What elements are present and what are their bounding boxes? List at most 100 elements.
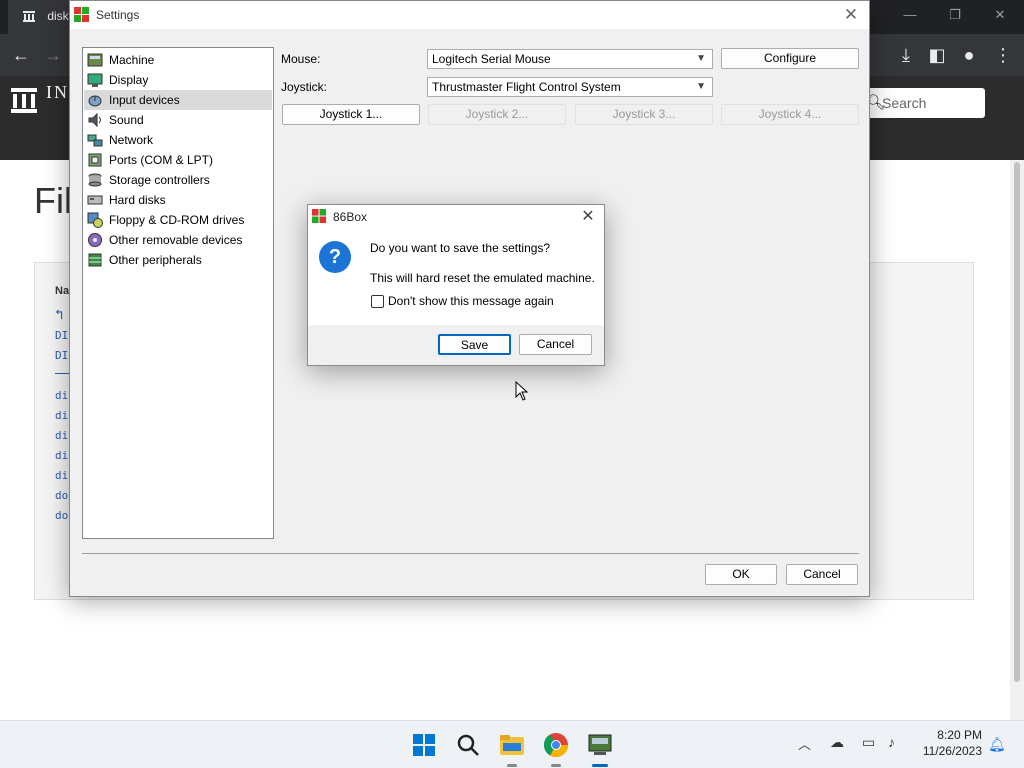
category-other-peripherals[interactable]: Other peripherals (84, 250, 272, 270)
ok-button[interactable]: OK (705, 564, 777, 585)
back-icon[interactable]: ← (10, 44, 32, 66)
joystick-4-button[interactable]: Joystick 4... (721, 104, 859, 125)
minimize-icon[interactable]: — (898, 5, 922, 25)
category-input-devices[interactable]: Input devices (84, 90, 272, 110)
listing-row[interactable]: di (55, 429, 68, 442)
listing-row[interactable]: DI (55, 349, 68, 362)
profile-icon[interactable]: ● (958, 44, 980, 66)
explorer-running-indicator (507, 764, 517, 767)
configure-button[interactable]: Configure (721, 48, 859, 69)
chevron-down-icon: ▼ (696, 81, 706, 92)
settings-cancel-button[interactable]: Cancel (786, 564, 858, 585)
windows-start-icon[interactable] (408, 729, 440, 761)
chrome-running-indicator (551, 764, 561, 767)
category-display[interactable]: Display (84, 70, 272, 90)
sound-icon (88, 112, 101, 128)
restore-icon[interactable]: ❐ (943, 5, 967, 25)
dialog-message: Do you want to save the settings? (370, 241, 551, 255)
show-hidden-icons-icon[interactable]: ︿ (798, 734, 811, 753)
category-ports[interactable]: Ports (COM & LPT) (84, 150, 272, 170)
peripherals-icon (88, 253, 102, 267)
settings-titlebar[interactable]: Settings ✕ (70, 1, 869, 29)
dialog-titlebar[interactable]: 86Box ✕ (308, 205, 604, 229)
category-hard-disks[interactable]: Hard disks (84, 190, 272, 210)
category-label: Storage controllers (109, 173, 210, 187)
86box-taskbar-icon[interactable] (584, 729, 616, 761)
category-label: Hard disks (109, 193, 166, 207)
mouse-label: Mouse: (281, 52, 321, 66)
category-label: Floppy & CD-ROM drives (109, 213, 245, 227)
download-icon[interactable]: ⤓ (895, 44, 917, 66)
clock-time[interactable]: 8:20 PM (924, 728, 982, 742)
category-storage-controllers[interactable]: Storage controllers (84, 170, 272, 190)
category-label: Input devices (109, 93, 180, 107)
menu-icon[interactable]: ⋮ (992, 44, 1014, 66)
listing-divider (55, 373, 69, 374)
86box-app-icon (312, 209, 327, 224)
forward-icon[interactable]: → (42, 44, 64, 66)
listing-row[interactable]: di (55, 409, 68, 422)
save-confirm-dialog: 86Box ✕ ? Do you want to save the settin… (307, 204, 605, 366)
joystick-2-button[interactable]: Joystick 2... (428, 104, 566, 125)
scrollbar-thumb[interactable] (1014, 162, 1020, 682)
category-removable-devices[interactable]: Other removable devices (84, 230, 272, 250)
save-button[interactable]: Save (438, 334, 511, 355)
listing-row[interactable]: di (55, 469, 68, 482)
category-sound[interactable]: Sound (84, 110, 272, 130)
category-network[interactable]: Network (84, 130, 272, 150)
page-scrollbar[interactable] (1010, 160, 1024, 720)
hard-disks-icon (87, 195, 103, 205)
footer-divider (82, 553, 859, 554)
notification-bell-icon[interactable]: 🔔︎ (988, 736, 1006, 753)
category-floppy-cdrom[interactable]: Floppy & CD-ROM drives (84, 210, 272, 230)
listing-row[interactable]: di (55, 389, 68, 402)
dialog-cancel-button[interactable]: Cancel (519, 334, 592, 355)
joystick-3-button[interactable]: Joystick 3... (575, 104, 713, 125)
removable-devices-icon (88, 233, 102, 247)
category-label: Sound (109, 113, 144, 127)
display-icon (87, 73, 103, 87)
archive-favicon-icon (23, 11, 35, 22)
search-icon[interactable] (452, 729, 484, 761)
category-label: Other removable devices (109, 233, 243, 247)
network-status-icon[interactable]: ▭ (862, 734, 875, 751)
close-icon[interactable]: ✕ (841, 5, 861, 25)
joystick-select[interactable]: Thrustmaster Flight Control System ▼ (427, 77, 713, 97)
listing-row[interactable]: do (55, 489, 68, 502)
listing-row[interactable]: DI (55, 329, 68, 342)
86box-active-indicator (592, 764, 608, 767)
joystick-select-value: Thrustmaster Flight Control System (432, 80, 621, 94)
site-search-input[interactable]: 🔍︎ Search (862, 88, 985, 118)
chrome-icon[interactable] (540, 729, 572, 761)
category-label: Ports (COM & LPT) (109, 153, 214, 167)
parent-directory-icon[interactable]: ↰ (55, 307, 63, 323)
joystick-1-button[interactable]: Joystick 1... (282, 104, 420, 125)
mouse-cursor-icon (515, 381, 529, 401)
input-devices-icon (88, 95, 102, 107)
settings-category-list[interactable]: Machine Display Input devices Sound Netw… (82, 47, 274, 539)
86box-app-icon (74, 7, 89, 22)
onedrive-icon[interactable]: ☁ (830, 734, 844, 751)
mouse-select[interactable]: Logitech Serial Mouse ▼ (427, 49, 713, 69)
close-icon[interactable]: ✕ (578, 207, 598, 227)
dialog-info: This will hard reset the emulated machin… (370, 271, 595, 285)
dont-show-again-label[interactable]: Don't show this message again (388, 294, 554, 308)
storage-controllers-icon (88, 173, 102, 187)
network-icon (87, 134, 103, 147)
listing-column-header[interactable]: Na (55, 285, 69, 297)
floppy-cdrom-icon (87, 212, 103, 228)
file-explorer-icon[interactable] (496, 729, 528, 761)
machine-icon (87, 53, 103, 67)
volume-icon[interactable]: ♪ (888, 734, 895, 750)
close-window-icon[interactable]: ✕ (988, 5, 1012, 25)
category-machine[interactable]: Machine (84, 50, 272, 70)
question-icon: ? (319, 241, 351, 273)
chevron-down-icon: ▼ (696, 53, 706, 64)
listing-row[interactable]: di (55, 449, 68, 462)
archive-logo-icon[interactable] (10, 86, 38, 114)
listing-row[interactable]: do (55, 509, 68, 522)
clock-date[interactable]: 11/26/2023 (910, 744, 982, 758)
ports-icon (88, 153, 102, 167)
dont-show-again-checkbox[interactable] (371, 295, 384, 308)
side-panel-icon[interactable]: ◧ (926, 44, 948, 66)
